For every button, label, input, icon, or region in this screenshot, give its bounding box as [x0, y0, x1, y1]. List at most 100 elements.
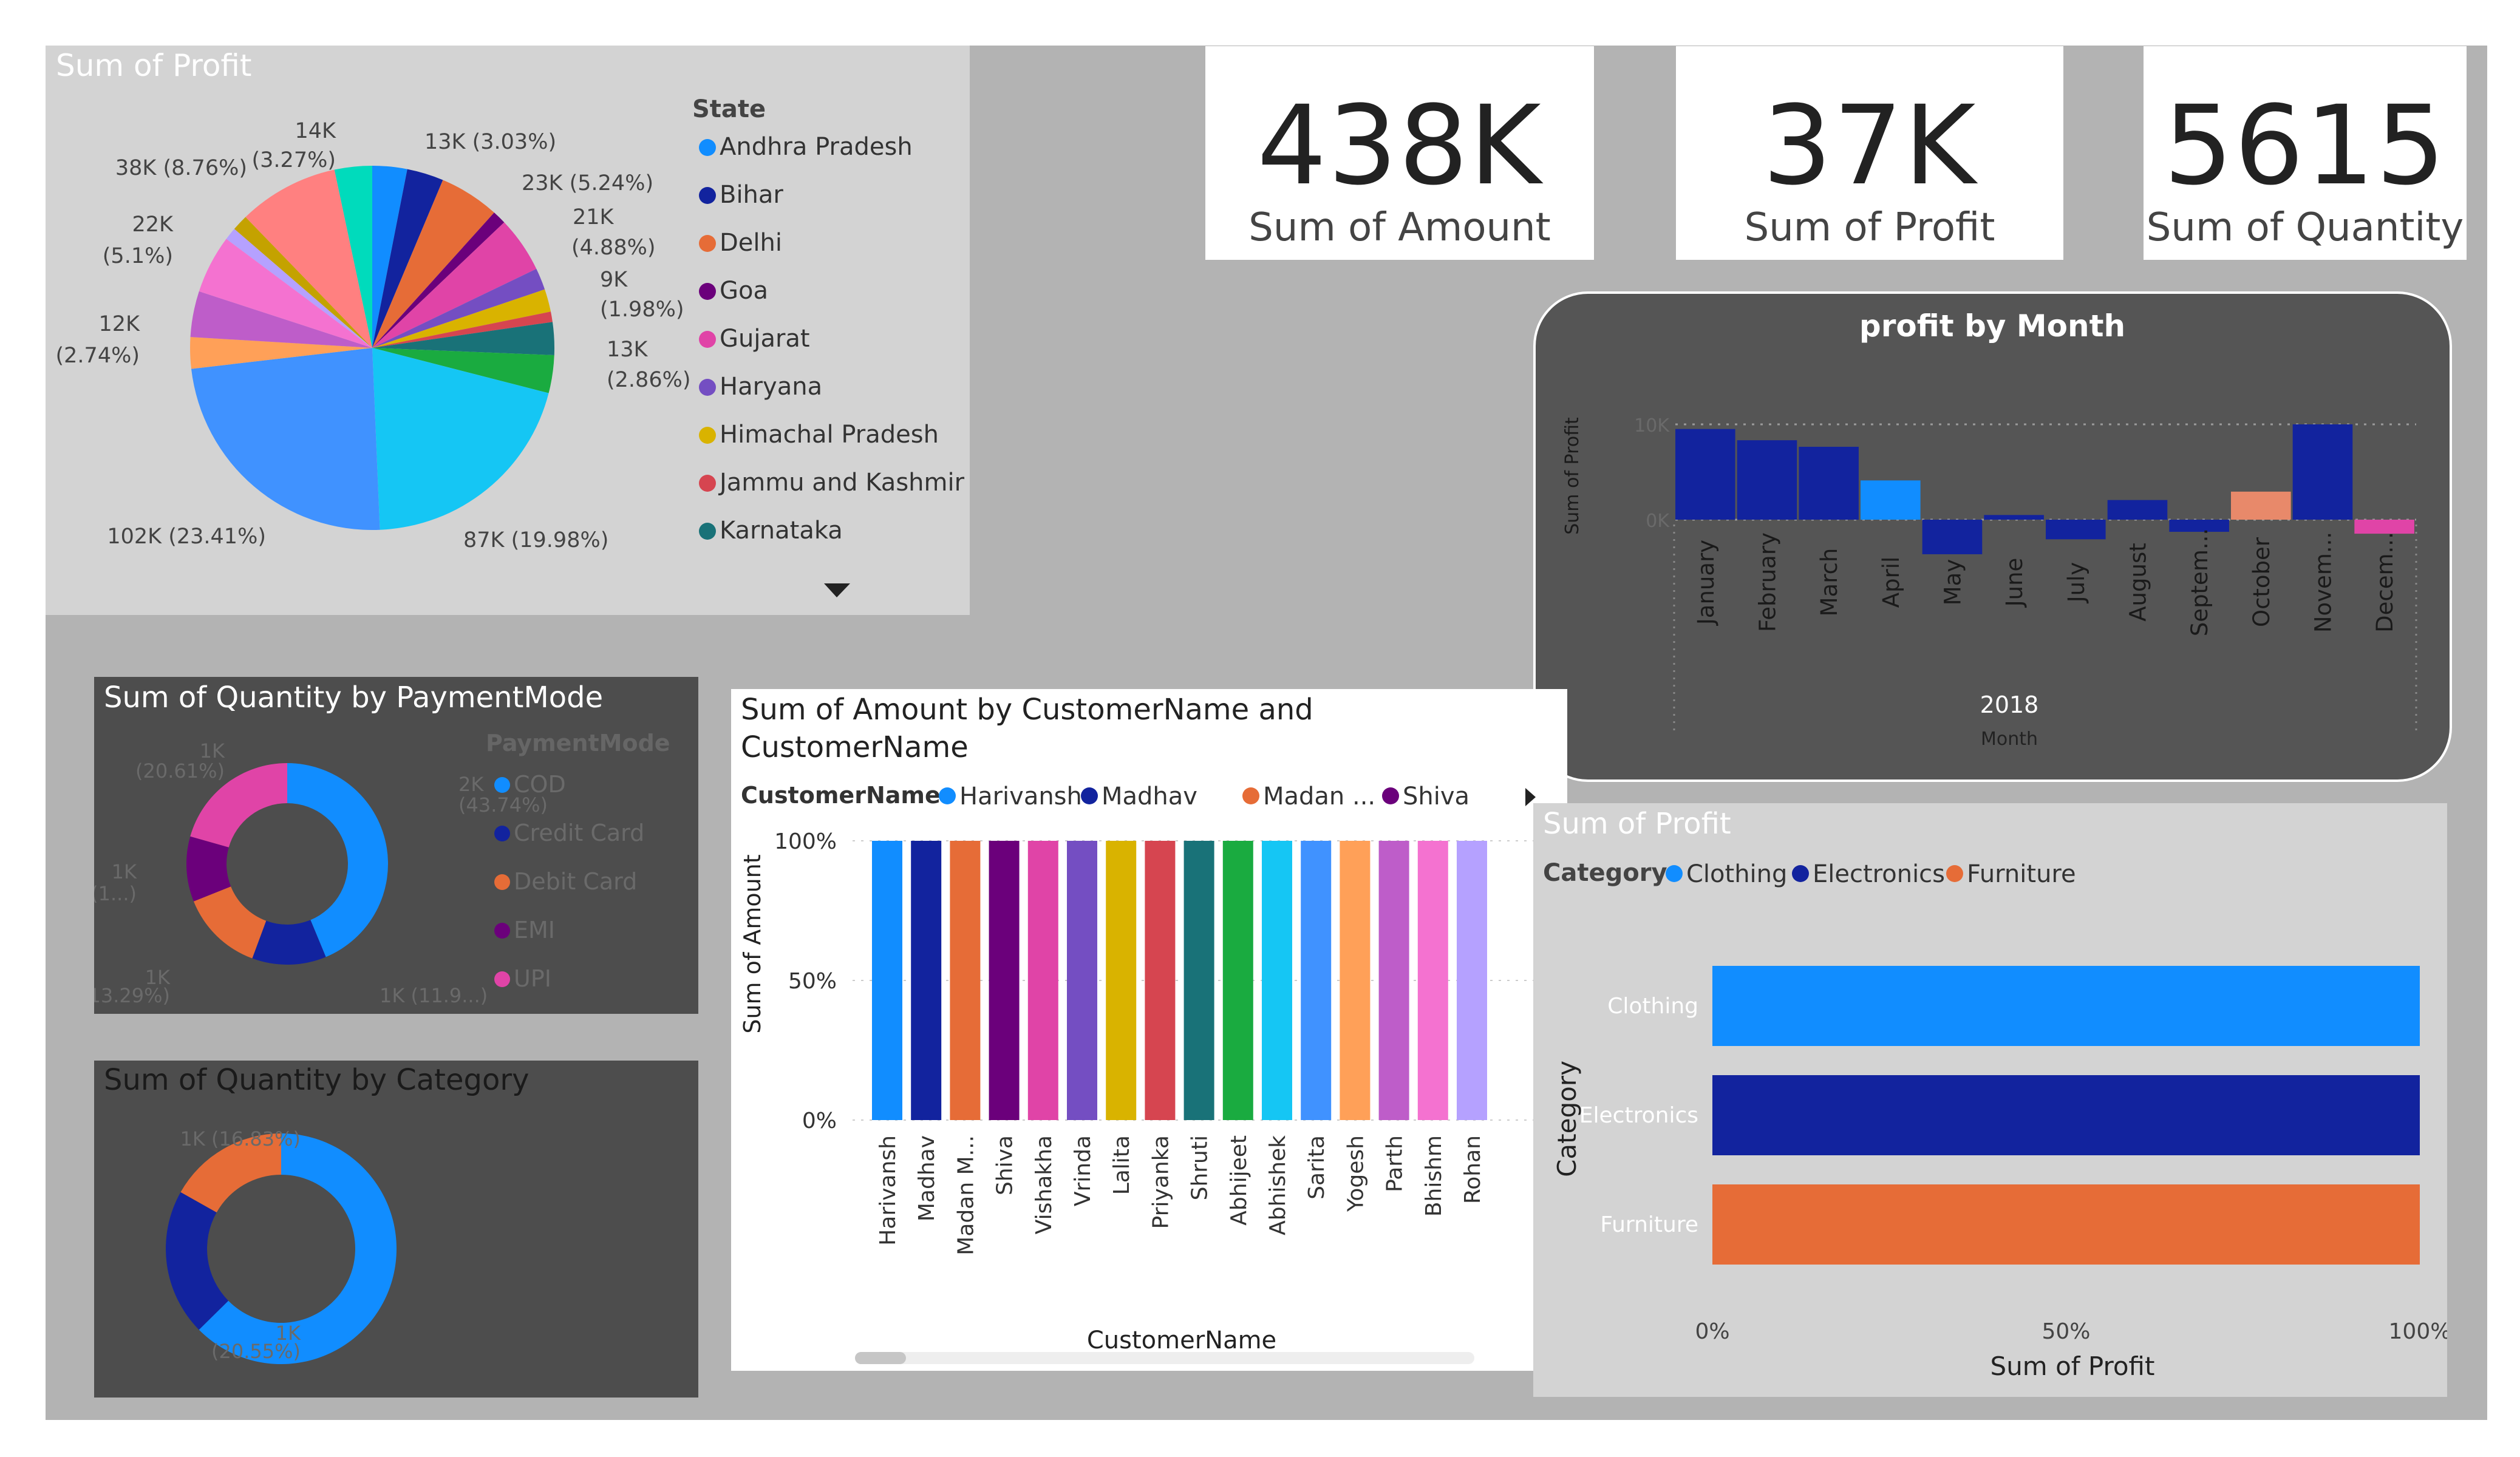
profit-by-state-pie-chart: Sum of Profit 13K (3.03%) 23K (5.24%) 21K (… — [56, 48, 965, 597]
bar — [1301, 841, 1332, 1120]
bar — [989, 841, 1020, 1120]
legend-marker — [494, 923, 510, 939]
bar — [1262, 841, 1292, 1120]
legend-item: Electronics — [1813, 860, 1945, 888]
y-tick-label: Electronics — [1579, 1103, 1698, 1128]
legend-item: EMI — [514, 917, 555, 943]
bar — [2292, 424, 2353, 520]
legend-item: Madhav — [1102, 783, 1197, 810]
bar — [911, 841, 942, 1120]
chart-title: profit by Month — [1859, 308, 2125, 344]
legend-marker — [699, 427, 716, 444]
x-tick-label: Rohan — [1460, 1135, 1485, 1204]
x-tick-label: 50% — [2042, 1319, 2090, 1344]
kpi-card-profit[interactable]: 37K Sum of Profit — [1676, 46, 2063, 260]
bar — [1737, 440, 1797, 520]
kpi-card-quantity[interactable]: 5615 Sum of Quantity — [2144, 46, 2467, 260]
x-tick-label: Septem... — [2187, 528, 2213, 636]
y-tick-label: Furniture — [1600, 1212, 1698, 1237]
profit-by-state-panel[interactable]: Sum of Profit 13K (3.03%) 23K (5.24%) 21K (… — [46, 46, 970, 615]
bar — [1340, 841, 1371, 1120]
legend-marker — [699, 139, 716, 156]
data-label: (20.61%) — [135, 759, 225, 783]
legend-marker — [699, 283, 716, 300]
data-label: 23K (5.24%) — [522, 171, 653, 195]
bar — [950, 841, 981, 1120]
data-label: (1.98%) — [600, 297, 684, 322]
data-label: 13K (3.03%) — [424, 130, 556, 154]
data-label: 2K — [458, 773, 484, 796]
chart-title-line-1: Sum of Amount by CustomerName and — [741, 693, 1313, 727]
legend-item: Haryana — [720, 373, 822, 401]
legend-item: Andhra Pradesh — [720, 133, 913, 161]
chart-title-line-2: CustomerName — [741, 730, 969, 764]
data-label: 38K (8.76%) — [115, 156, 247, 180]
data-label: 1K (16.83%) — [180, 1127, 301, 1150]
legend-marker — [699, 475, 716, 492]
legend-item: Debit Card — [514, 868, 637, 895]
panel-title: Sum of Quantity by Category — [104, 1063, 530, 1097]
legend-item: Gujarat — [720, 325, 810, 353]
legend-item: Furniture — [1967, 860, 2076, 888]
x-tick-label: Parth — [1383, 1135, 1408, 1192]
legend-item: Harivansh — [959, 783, 1082, 810]
x-tick-label: October — [2249, 537, 2275, 627]
x-tick-label: Shruti — [1188, 1135, 1213, 1200]
profit-by-category-bar-chart: Sum of Profit Category Clothing Electroni… — [1543, 807, 2447, 1381]
x-tick-label: Sarita — [1304, 1135, 1329, 1200]
bar — [1067, 841, 1097, 1120]
profit-by-category-panel[interactable]: Sum of Profit Category Clothing Electroni… — [1533, 803, 2447, 1397]
legend-item: Jammu and Kashmir — [718, 469, 965, 497]
bar — [1027, 841, 1058, 1120]
legend-marker — [494, 826, 510, 841]
x-tick-label: August — [2125, 543, 2151, 621]
quantity-by-category-panel[interactable]: Sum of Quantity by Category 1K (16.83%) 1… — [94, 1061, 698, 1398]
bar — [1984, 515, 2044, 520]
legend-marker — [494, 777, 510, 793]
bar — [2231, 491, 2291, 520]
x-tick-label: 100% — [2389, 1319, 2447, 1344]
bar — [2107, 500, 2168, 520]
data-label: (2.74%) — [56, 344, 140, 368]
data-label: 12K — [99, 312, 141, 336]
data-label: 21K — [573, 205, 615, 229]
data-label: (3.27%) — [252, 148, 336, 172]
data-label: (5.1%) — [103, 244, 173, 268]
x-tick-label: Abhishek — [1265, 1135, 1290, 1235]
bar — [1799, 446, 1859, 520]
y-tick-label: 0% — [802, 1109, 837, 1133]
legend-marker — [699, 379, 716, 396]
legend-marker — [1242, 787, 1259, 804]
report-canvas: 438K Sum of Amount 37K Sum of Profit 561… — [46, 46, 2487, 1420]
legend-marker — [1792, 865, 1809, 882]
x-tick-label: April — [1878, 557, 1904, 608]
legend-title: State — [692, 95, 766, 123]
data-label: 13K — [607, 338, 649, 362]
chevron-down-icon[interactable] — [824, 583, 850, 597]
legend-item: Bihar — [720, 181, 783, 209]
x-axis-label: Sum of Profit — [1990, 1351, 2155, 1381]
profit-by-month-bar-chart: profit by Month 10K 0K January February Mar… — [1562, 308, 2417, 750]
horizontal-scrollbar-thumb[interactable] — [855, 1352, 906, 1364]
pie-slice — [193, 886, 267, 959]
x-tick-label: Abhijeet — [1227, 1135, 1251, 1226]
legend-item: Himachal Pradesh — [720, 421, 939, 449]
x-tick-label: Madhav — [914, 1135, 939, 1221]
bar — [1457, 841, 1487, 1120]
y-tick-label: Clothing — [1607, 994, 1698, 1019]
x-tick-label: Lalita — [1109, 1135, 1134, 1195]
legend-title: CustomerName — [741, 782, 941, 809]
kpi-card-amount[interactable]: 438K Sum of Amount — [1205, 46, 1594, 260]
data-label: (1...) — [94, 882, 137, 905]
horizontal-scrollbar-track[interactable] — [855, 1352, 1474, 1364]
kpi-label: Sum of Profit — [1744, 205, 1995, 250]
data-label: (13.29%) — [94, 984, 170, 1007]
kpi-value: 438K — [1257, 83, 1542, 209]
amount-by-customer-panel[interactable]: Sum of Amount by CustomerName and Custom… — [731, 689, 1567, 1371]
x-tick-label: Vishakha — [1032, 1135, 1057, 1234]
quantity-by-category-donut-chart: Sum of Quantity by Category 1K (16.83%)1… — [104, 1063, 530, 1398]
x-tick-label: June — [2001, 558, 2028, 608]
x-tick-label: May — [1940, 559, 1966, 606]
quantity-by-payment-panel[interactable]: Sum of Quantity by PaymentMode 1K (20.61%… — [94, 677, 698, 1014]
profit-by-month-panel[interactable]: profit by Month 10K 0K January February Mar… — [1533, 291, 2452, 782]
